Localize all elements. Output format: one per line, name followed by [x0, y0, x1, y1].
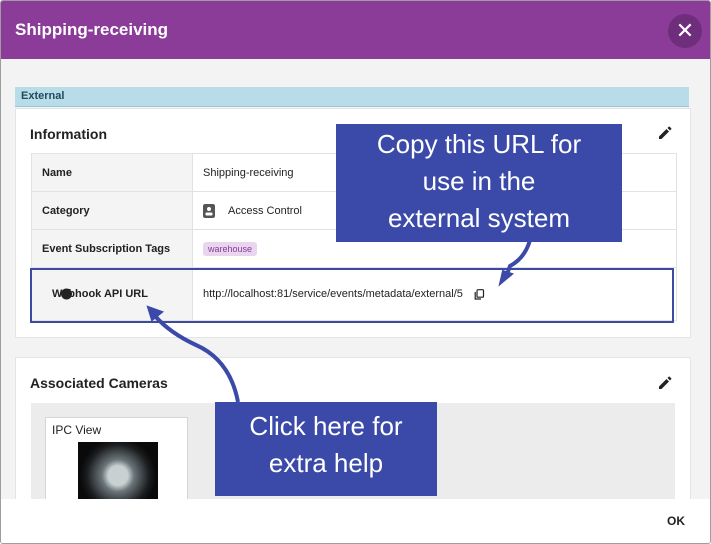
- section-tag-label: External: [21, 90, 65, 102]
- tags-label: Event Subscription Tags: [42, 242, 171, 255]
- dialog-footer: OK: [1, 499, 710, 543]
- camera-tile[interactable]: IPC View: [45, 417, 188, 499]
- category-value: Access Control: [228, 204, 302, 217]
- callout-line: Click here for: [249, 411, 403, 441]
- name-value: Shipping-receiving: [203, 166, 294, 179]
- ok-button[interactable]: OK: [667, 514, 685, 528]
- dialog-header: Shipping-receiving ✕: [1, 1, 710, 59]
- camera-label: IPC View: [52, 423, 102, 437]
- camera-thumbnail: [78, 442, 158, 499]
- category-label: Category: [42, 204, 90, 217]
- help-callout: Click here for extra help: [215, 402, 437, 496]
- webhook-highlight-box: [30, 268, 674, 323]
- close-button[interactable]: ✕: [668, 14, 702, 48]
- callout-line: Copy this URL for: [376, 129, 582, 159]
- copy-url-callout: Copy this URL for use in the external sy…: [336, 124, 622, 242]
- tag-chip[interactable]: warehouse: [203, 241, 258, 256]
- section-tag-bar: External: [15, 87, 689, 107]
- close-icon: ✕: [675, 18, 695, 43]
- callout-line: extra help: [268, 448, 384, 478]
- callout-line: use in the: [422, 166, 536, 196]
- badge-icon: [203, 203, 215, 218]
- information-title: Information: [30, 126, 107, 142]
- dialog-title: Shipping-receiving: [15, 20, 169, 39]
- pencil-icon[interactable]: [657, 125, 673, 141]
- cameras-title: Associated Cameras: [30, 375, 168, 391]
- name-label: Name: [42, 166, 72, 179]
- pencil-icon[interactable]: [657, 375, 673, 391]
- callout-line: external system: [387, 203, 571, 233]
